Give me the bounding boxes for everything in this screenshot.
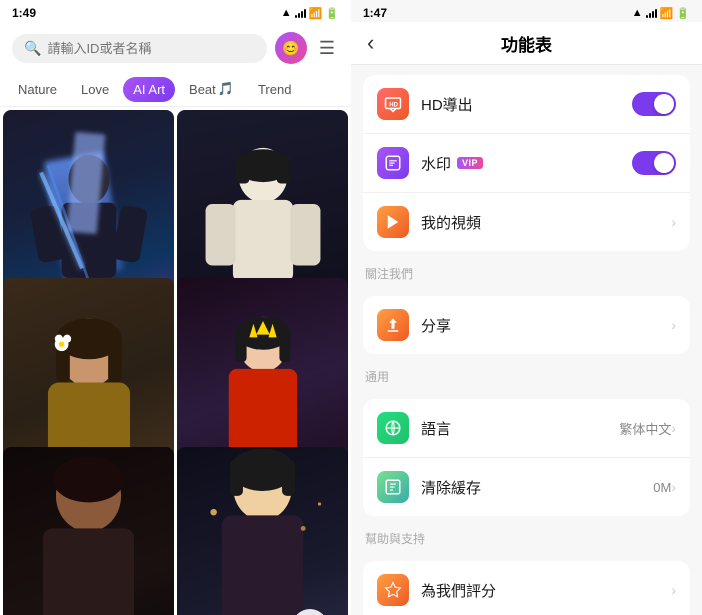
my-video-icon-box xyxy=(377,206,409,238)
signal-bar xyxy=(649,13,651,18)
share-label: 分享 xyxy=(421,315,671,336)
beat-label: Beat xyxy=(189,82,216,97)
right-panel: 1:47 ▲ 📶 🔋 ‹ 功能表 HD xyxy=(351,0,702,615)
watermark-icon-box xyxy=(377,147,409,179)
language-label: 語言 xyxy=(421,418,619,439)
page-title: 功能表 xyxy=(501,31,552,56)
signal-icon-right xyxy=(646,8,657,18)
left-status-icons: ▲ 📶 🔋 xyxy=(281,7,339,20)
hd-export-icon-box: HD xyxy=(377,88,409,120)
rate-chevron: › xyxy=(671,582,676,598)
watermark-icon xyxy=(384,154,402,172)
signal-bar xyxy=(646,15,648,18)
battery-icon-right: 🔋 xyxy=(676,7,690,20)
rate-label: 為我們評分 xyxy=(421,580,671,601)
right-time: 1:47 xyxy=(363,6,387,20)
rate-row[interactable]: 為我們評分 › xyxy=(363,561,690,615)
avatar-icon: 😊 xyxy=(282,40,299,57)
help-section-card: 為我們評分 › 反饋 › xyxy=(363,561,690,615)
settings-content: HD HD導出 水印 VIP xyxy=(351,65,702,615)
signal-bar-1 xyxy=(295,15,297,18)
tab-ai-art[interactable]: AI Art xyxy=(123,77,175,102)
general-section-card: 語言 繁体中文 › 清除緩存 0M › xyxy=(363,399,690,516)
clear-cache-row[interactable]: 清除緩存 0M › xyxy=(363,458,690,516)
search-row: 🔍 😊 ☰ xyxy=(0,22,351,72)
general-section-label: 通用 xyxy=(351,354,702,389)
search-input[interactable] xyxy=(47,41,254,56)
search-icon: 🔍 xyxy=(24,40,41,57)
language-icon-box xyxy=(377,412,409,444)
signal-bar xyxy=(655,9,657,18)
category-tabs: Nature Love AI Art Beat 🎵 Trend xyxy=(0,72,351,107)
left-panel: 1:49 ▲ 📶 🔋 🔍 😊 ☰ Nature Love AI Art xyxy=(0,0,351,615)
tab-beat[interactable]: Beat 🎵 xyxy=(179,76,244,102)
my-video-icon xyxy=(384,213,402,231)
hd-export-label: HD導出 xyxy=(421,94,632,115)
hamburger-menu-icon[interactable]: ☰ xyxy=(315,34,339,63)
right-status-icons: ▲ 📶 🔋 xyxy=(632,7,690,20)
language-value: 繁体中文 xyxy=(619,419,671,438)
clear-cache-chevron: › xyxy=(671,479,676,495)
share-chevron: › xyxy=(671,317,676,333)
right-header: ‹ 功能表 xyxy=(351,22,702,65)
share-icon xyxy=(384,316,402,334)
cache-value: 0M xyxy=(653,480,671,495)
share-row[interactable]: 分享 › xyxy=(363,296,690,354)
rate-icon xyxy=(384,581,402,599)
left-status-bar: 1:49 ▲ 📶 🔋 xyxy=(0,0,351,22)
watermark-label: 水印 VIP xyxy=(421,153,632,174)
language-chevron: › xyxy=(671,420,676,436)
signal-icon xyxy=(295,8,306,18)
my-video-chevron: › xyxy=(671,214,676,230)
content-grid: 使用 xyxy=(0,107,351,615)
svg-text:HD: HD xyxy=(389,102,398,108)
tab-nature[interactable]: Nature xyxy=(8,77,67,102)
android-icon-right: ▲ xyxy=(632,7,643,19)
battery-icon: 🔋 xyxy=(325,7,339,20)
hd-export-toggle[interactable] xyxy=(632,92,676,116)
main-section-card: HD HD導出 水印 VIP xyxy=(363,75,690,251)
language-icon xyxy=(384,419,402,437)
follow-section-label: 關注我們 xyxy=(351,251,702,286)
grid-item-6[interactable]: ↑ xyxy=(177,447,348,615)
signal-bar xyxy=(652,11,654,18)
signal-bar-4 xyxy=(304,9,306,18)
wifi-icon-right: 📶 xyxy=(660,7,674,20)
grid-item-5[interactable] xyxy=(3,447,174,615)
avatar-button[interactable]: 😊 xyxy=(275,32,307,64)
my-video-row[interactable]: 我的視頻 › xyxy=(363,193,690,251)
android-icon: ▲ xyxy=(281,7,292,19)
left-time: 1:49 xyxy=(12,6,36,20)
hd-export-icon: HD xyxy=(384,95,402,113)
follow-section-card: 分享 › xyxy=(363,296,690,354)
watermark-toggle[interactable] xyxy=(632,151,676,175)
hd-export-row[interactable]: HD HD導出 xyxy=(363,75,690,134)
watermark-row[interactable]: 水印 VIP xyxy=(363,134,690,193)
wifi-icon: 📶 xyxy=(309,7,323,20)
right-status-bar: 1:47 ▲ 📶 🔋 xyxy=(351,0,702,22)
clear-cache-label: 清除緩存 xyxy=(421,477,653,498)
language-row[interactable]: 語言 繁体中文 › xyxy=(363,399,690,458)
share-icon-box xyxy=(377,309,409,341)
clear-cache-icon-box xyxy=(377,471,409,503)
rate-icon-box xyxy=(377,574,409,606)
search-bar[interactable]: 🔍 xyxy=(12,34,267,63)
tab-trend[interactable]: Trend xyxy=(248,77,301,102)
help-section-label: 幫助與支持 xyxy=(351,516,702,551)
clear-cache-icon xyxy=(384,478,402,496)
signal-bar-2 xyxy=(298,13,300,18)
back-button[interactable]: ‹ xyxy=(367,32,374,54)
tab-love[interactable]: Love xyxy=(71,77,119,102)
my-video-label: 我的視頻 xyxy=(421,212,671,233)
signal-bar-3 xyxy=(301,11,303,18)
vip-badge: VIP xyxy=(457,157,483,169)
music-note-icon: 🎵 xyxy=(218,81,234,97)
